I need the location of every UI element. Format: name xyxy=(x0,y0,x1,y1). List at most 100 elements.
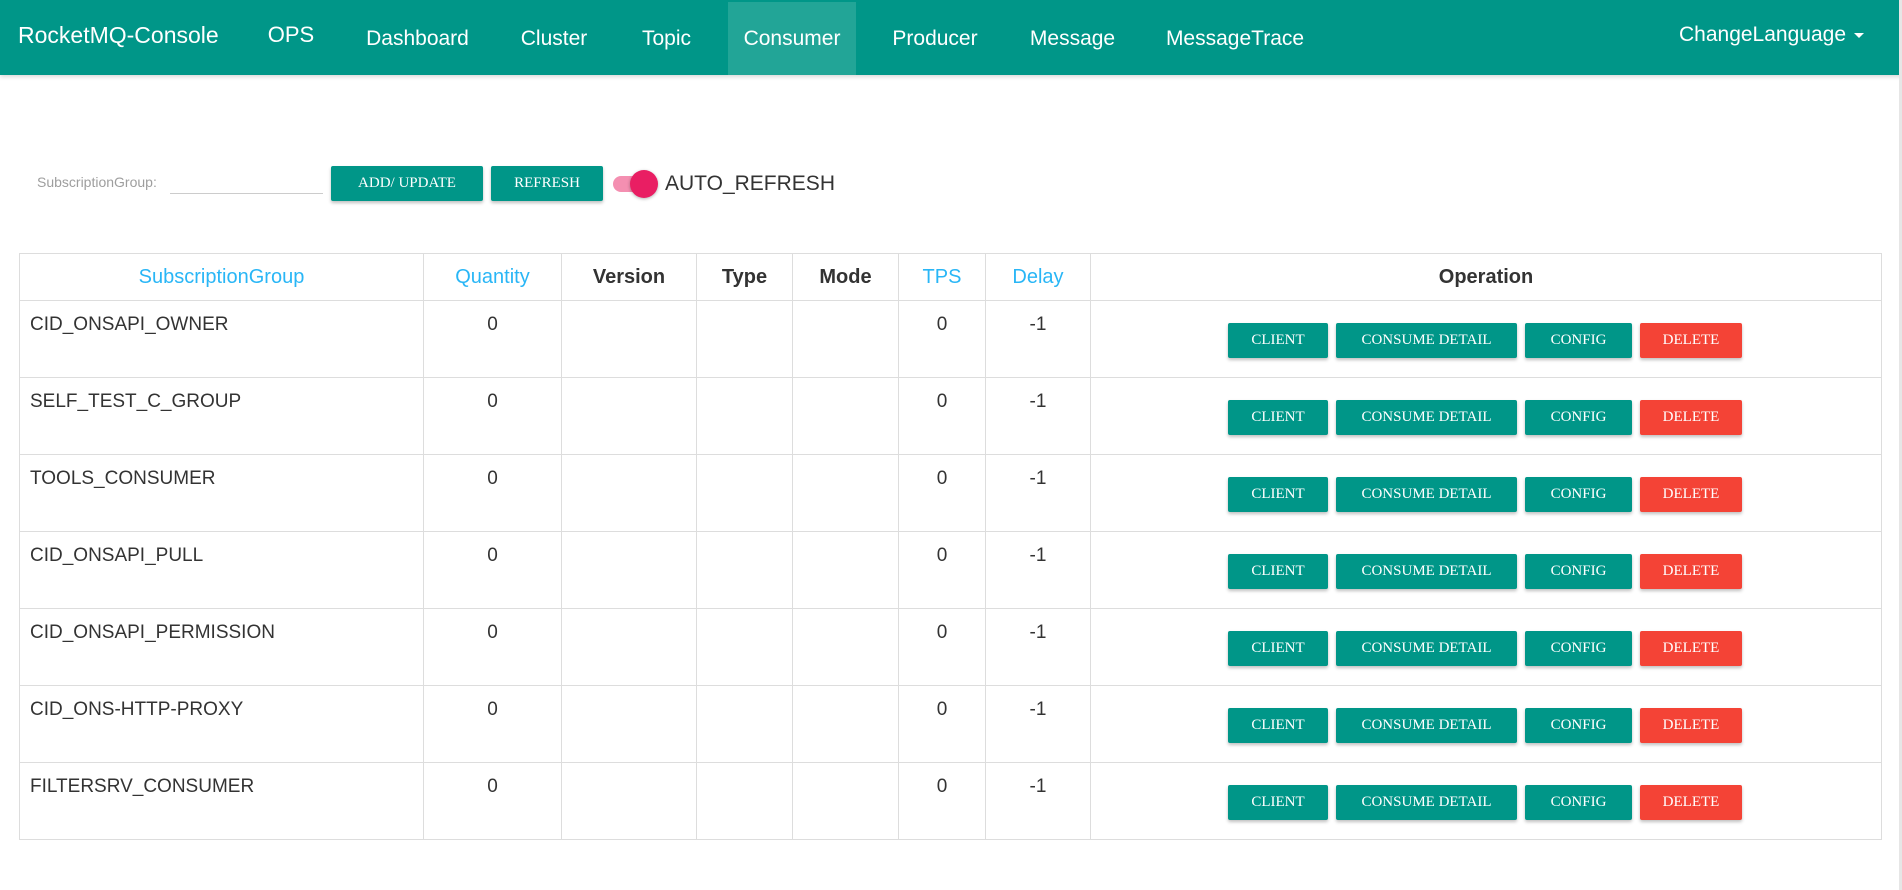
cell-mode xyxy=(792,454,899,532)
delete-button[interactable]: DELETE xyxy=(1640,785,1742,820)
consume-detail-button[interactable]: CONSUME DETAIL xyxy=(1336,400,1517,435)
cell-mode xyxy=(792,685,899,763)
cell-operation: CLIENT CONSUME DETAIL CONFIG DELETE xyxy=(1090,685,1882,763)
cell-version xyxy=(561,762,697,840)
consume-detail-button[interactable]: CONSUME DETAIL xyxy=(1336,477,1517,512)
table-header-row: SubscriptionGroup Quantity Version Type … xyxy=(19,253,1882,301)
cell-quantity: 0 xyxy=(423,300,562,378)
cell-subscription-group: SELF_TEST_C_GROUP xyxy=(19,377,424,455)
cell-quantity: 0 xyxy=(423,531,562,609)
delete-button[interactable]: DELETE xyxy=(1640,323,1742,358)
cell-subscription-group: CID_ONSAPI_PULL xyxy=(19,531,424,609)
auto-refresh-toggle-thumb[interactable] xyxy=(630,170,658,198)
config-button[interactable]: CONFIG xyxy=(1525,400,1632,435)
cell-delay: -1 xyxy=(985,454,1091,532)
cell-type xyxy=(696,762,793,840)
config-button[interactable]: CONFIG xyxy=(1525,785,1632,820)
config-button[interactable]: CONFIG xyxy=(1525,708,1632,743)
cell-version xyxy=(561,454,697,532)
top-navbar: RocketMQ-Console OPS Dashboard Cluster T… xyxy=(0,0,1902,75)
nav-item-ops[interactable]: OPS xyxy=(264,0,318,73)
cell-quantity: 0 xyxy=(423,454,562,532)
consume-detail-button[interactable]: CONSUME DETAIL xyxy=(1336,785,1517,820)
nav-item-message[interactable]: Message xyxy=(1017,2,1128,75)
cell-quantity: 0 xyxy=(423,377,562,455)
cell-tps: 0 xyxy=(898,454,986,532)
cell-delay: -1 xyxy=(985,608,1091,686)
cell-tps: 0 xyxy=(898,608,986,686)
delete-button[interactable]: DELETE xyxy=(1640,708,1742,743)
delete-button[interactable]: DELETE xyxy=(1640,554,1742,589)
cell-subscription-group: FILTERSRV_CONSUMER xyxy=(19,762,424,840)
client-button[interactable]: CLIENT xyxy=(1228,400,1328,435)
change-language-label: ChangeLanguage xyxy=(1679,23,1846,46)
cell-subscription-group: CID_ONSAPI_PERMISSION xyxy=(19,608,424,686)
change-language-dropdown[interactable]: ChangeLanguage xyxy=(1679,0,1864,70)
column-header-type: Type xyxy=(696,253,793,301)
cell-delay: -1 xyxy=(985,377,1091,455)
cell-operation: CLIENT CONSUME DETAIL CONFIG DELETE xyxy=(1090,762,1882,840)
delete-button[interactable]: DELETE xyxy=(1640,631,1742,666)
add-update-button[interactable]: ADD/ UPDATE xyxy=(331,166,483,201)
column-header-subscription-group[interactable]: SubscriptionGroup xyxy=(19,253,424,301)
cell-version xyxy=(561,608,697,686)
table-row: CID_ONS-HTTP-PROXY 0 0 -1 CLIENT CONSUME… xyxy=(19,685,1882,763)
subscription-group-input[interactable] xyxy=(170,168,323,194)
table-row: CID_ONSAPI_PERMISSION 0 0 -1 CLIENT CONS… xyxy=(19,608,1882,686)
column-header-delay[interactable]: Delay xyxy=(985,253,1091,301)
cell-mode xyxy=(792,300,899,378)
config-button[interactable]: CONFIG xyxy=(1525,323,1632,358)
cell-type xyxy=(696,608,793,686)
client-button[interactable]: CLIENT xyxy=(1228,708,1328,743)
column-header-tps[interactable]: TPS xyxy=(898,253,986,301)
cell-type xyxy=(696,685,793,763)
cell-operation: CLIENT CONSUME DETAIL CONFIG DELETE xyxy=(1090,608,1882,686)
cell-mode xyxy=(792,531,899,609)
nav-item-cluster[interactable]: Cluster xyxy=(505,2,603,75)
column-header-mode: Mode xyxy=(792,253,899,301)
cell-quantity: 0 xyxy=(423,608,562,686)
consumer-table: SubscriptionGroup Quantity Version Type … xyxy=(19,253,1882,840)
table-row: SELF_TEST_C_GROUP 0 0 -1 CLIENT CONSUME … xyxy=(19,377,1882,455)
client-button[interactable]: CLIENT xyxy=(1228,554,1328,589)
delete-button[interactable]: DELETE xyxy=(1640,477,1742,512)
cell-delay: -1 xyxy=(985,762,1091,840)
consume-detail-button[interactable]: CONSUME DETAIL xyxy=(1336,708,1517,743)
client-button[interactable]: CLIENT xyxy=(1228,477,1328,512)
cell-operation: CLIENT CONSUME DETAIL CONFIG DELETE xyxy=(1090,377,1882,455)
nav-item-messagetrace[interactable]: MessageTrace xyxy=(1153,2,1317,75)
cell-subscription-group: CID_ONS-HTTP-PROXY xyxy=(19,685,424,763)
column-header-quantity[interactable]: Quantity xyxy=(423,253,562,301)
caret-down-icon xyxy=(1854,32,1864,38)
consume-detail-button[interactable]: CONSUME DETAIL xyxy=(1336,631,1517,666)
table-row: CID_ONSAPI_PULL 0 0 -1 CLIENT CONSUME DE… xyxy=(19,531,1882,609)
brand-title[interactable]: RocketMQ-Console xyxy=(18,0,219,70)
client-button[interactable]: CLIENT xyxy=(1228,785,1328,820)
cell-mode xyxy=(792,762,899,840)
nav-item-topic[interactable]: Topic xyxy=(627,2,706,75)
config-button[interactable]: CONFIG xyxy=(1525,631,1632,666)
delete-button[interactable]: DELETE xyxy=(1640,400,1742,435)
cell-delay: -1 xyxy=(985,531,1091,609)
consume-detail-button[interactable]: CONSUME DETAIL xyxy=(1336,323,1517,358)
nav-item-producer[interactable]: Producer xyxy=(876,2,994,75)
client-button[interactable]: CLIENT xyxy=(1228,323,1328,358)
config-button[interactable]: CONFIG xyxy=(1525,554,1632,589)
cell-type xyxy=(696,454,793,532)
nav-item-consumer[interactable]: Consumer xyxy=(728,2,856,75)
cell-quantity: 0 xyxy=(423,762,562,840)
cell-delay: -1 xyxy=(985,685,1091,763)
cell-mode xyxy=(792,608,899,686)
nav-item-dashboard[interactable]: Dashboard xyxy=(354,2,481,75)
cell-type xyxy=(696,377,793,455)
consume-detail-button[interactable]: CONSUME DETAIL xyxy=(1336,554,1517,589)
config-button[interactable]: CONFIG xyxy=(1525,477,1632,512)
cell-tps: 0 xyxy=(898,762,986,840)
client-button[interactable]: CLIENT xyxy=(1228,631,1328,666)
auto-refresh-label: AUTO_REFRESH xyxy=(665,172,835,195)
cell-operation: CLIENT CONSUME DETAIL CONFIG DELETE xyxy=(1090,454,1882,532)
table-row: FILTERSRV_CONSUMER 0 0 -1 CLIENT CONSUME… xyxy=(19,762,1882,840)
cell-subscription-group: CID_ONSAPI_OWNER xyxy=(19,300,424,378)
cell-type xyxy=(696,531,793,609)
refresh-button[interactable]: REFRESH xyxy=(491,166,603,201)
